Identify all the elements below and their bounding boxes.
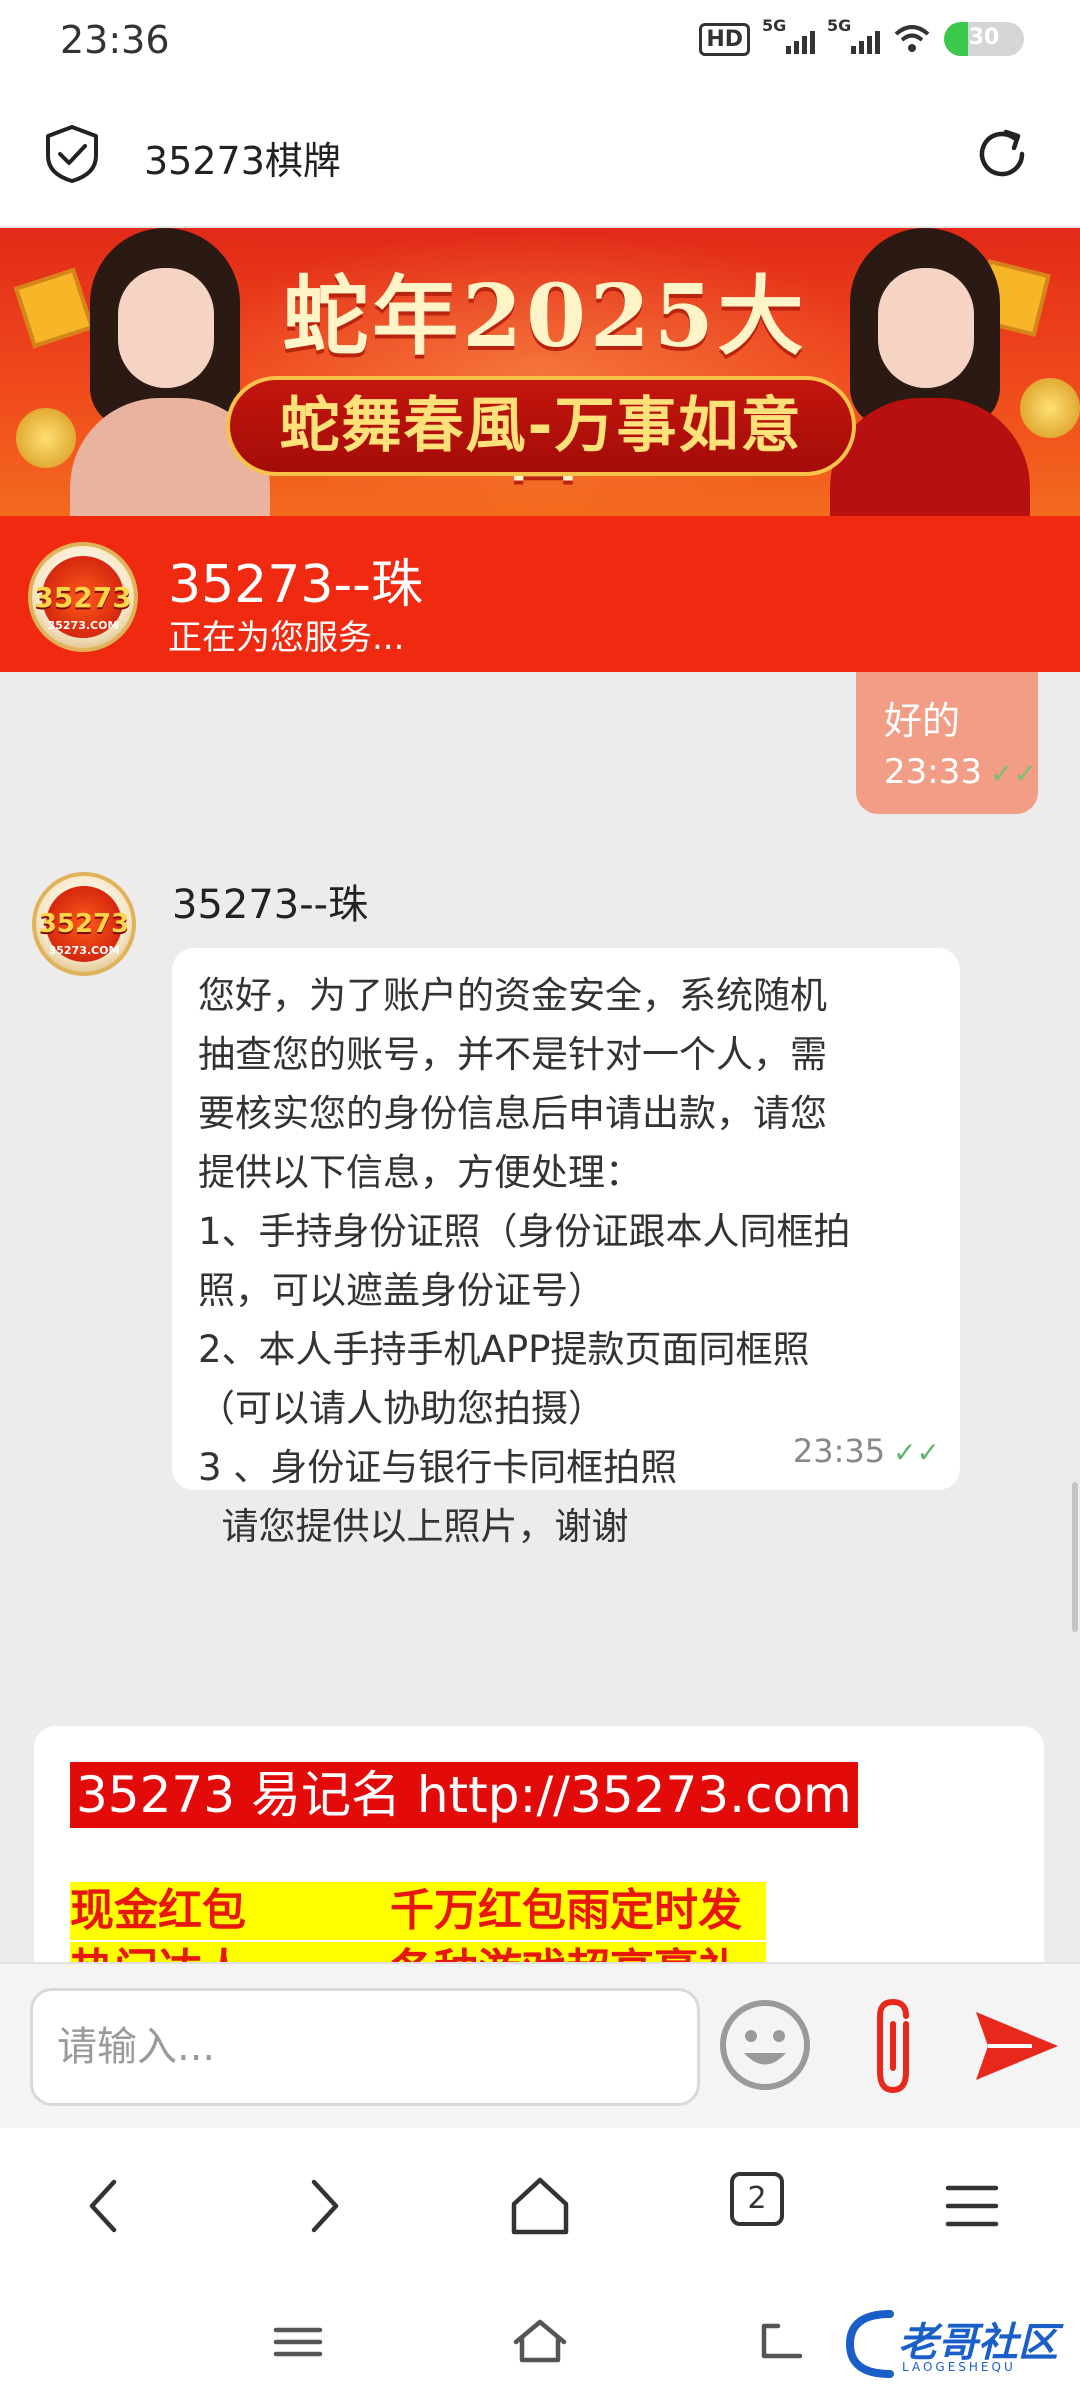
system-back-icon[interactable] [744,2306,816,2378]
battery-icon: 30 [944,22,1024,56]
banner-model-right [820,228,1040,516]
reload-icon[interactable] [972,124,1032,184]
status-bar: 23:36 HD 5G 5G 30 [0,0,1080,82]
browser-address-bar: 35273棋牌 [0,82,1080,228]
incoming-message[interactable]: 您好，为了账户的资金安全，系统随机 抽查您的账号，并不是针对一个人，需 要核实您… [172,948,960,1548]
attachment-icon[interactable] [860,1994,926,2098]
message-text: 好的 [884,699,961,743]
agent-name: 35273--珠 [168,555,423,615]
message-time: 23:33 ✓✓ [884,752,1037,792]
back-icon[interactable] [70,2170,142,2242]
tabs-button[interactable]: 2 [730,2172,784,2226]
promo-banner[interactable]: 蛇年2025大吉 蛇舞春風-万事如意 [0,228,1080,516]
hd-icon: HD [699,22,750,56]
page-title[interactable]: 35273棋牌 [144,130,341,185]
status-time: 23:36 [60,18,170,62]
wifi-icon [894,25,930,52]
promo-link[interactable]: 35273 易记名 http://35273.com [70,1762,858,1828]
chat-header: 35273 35273.COM 35273--珠 正在为您服务... [0,516,1080,672]
system-navigation-bar: 老哥社区 LAOGESHEQU [0,2286,1080,2400]
read-check-icon: ✓✓ [989,757,1037,790]
send-icon[interactable] [972,2008,1062,2084]
home-icon[interactable] [504,2170,576,2242]
sender-avatar: 35273 35273.COM [32,872,136,976]
recent-apps-icon[interactable] [262,2306,334,2378]
watermark-logo: 老哥社区 LAOGESHEQU [840,2304,1070,2384]
banner-model-left [60,228,280,516]
message-sender: 35273--珠 [172,882,369,928]
message-input[interactable] [30,1988,700,2106]
system-home-icon[interactable] [504,2306,576,2378]
signal-icon-2: 5G [827,16,880,54]
agent-avatar: 35273 35273.COM [28,542,138,652]
shield-check-icon[interactable] [44,124,100,184]
promo-row: 现金红包 千万红包雨定时发 [70,1882,766,1940]
status-icons: HD 5G 5G 30 [699,16,1024,56]
menu-icon[interactable] [936,2170,1008,2242]
agent-status: 正在为您服务... [168,618,405,658]
signal-icon: 5G [762,16,815,54]
browser-toolbar: 2 [0,2128,1080,2286]
outgoing-message[interactable]: 好的 23:33 ✓✓ [856,672,1038,814]
message-input-bar [0,1962,1080,2128]
chat-messages[interactable]: 好的 23:33 ✓✓ 35273 35273.COM 35273--珠 您好，为… [0,672,1080,1962]
promo-row: 热门达人各种游戏超高豪礼 [70,1942,766,1962]
message-time: 23:35 ✓✓ [792,1432,940,1470]
dragon-icon [845,2310,894,2378]
promo-message-card[interactable]: 35273 易记名 http://35273.com 现金红包 千万红包雨定时发 … [34,1726,1044,1962]
scrollbar[interactable] [1072,1482,1078,1632]
banner-subtitle: 蛇舞春風-万事如意 [226,376,856,476]
forward-icon[interactable] [286,2170,358,2242]
read-check-icon: ✓✓ [893,1436,940,1469]
emoji-icon[interactable] [718,1998,812,2092]
